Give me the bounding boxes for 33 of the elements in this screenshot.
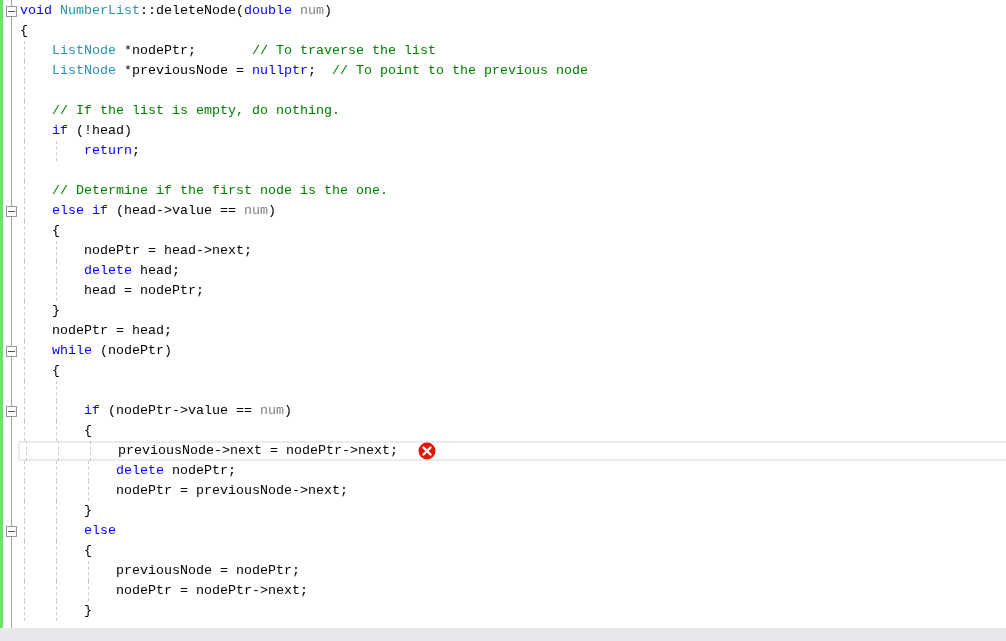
code-line: { — [84, 422, 92, 440]
code-line: } — [84, 602, 92, 620]
code-line: while (nodePtr) — [52, 342, 172, 360]
collapse-icon[interactable] — [6, 5, 17, 17]
code-line: delete nodePtr; — [116, 462, 236, 480]
code-line: previousNode->next = nodePtr->next; — [118, 442, 398, 460]
code-line: { — [20, 22, 28, 40]
code-line: // Determine if the first node is the one. — [52, 182, 388, 200]
code-line: head = nodePtr; — [84, 282, 204, 300]
code-line: delete head; — [84, 262, 180, 280]
code-line: return; — [84, 142, 140, 160]
collapse-icon[interactable] — [6, 205, 17, 217]
code-line: if (!head) — [52, 122, 132, 140]
code-line: else — [84, 522, 116, 540]
code-line: ListNode *previousNode = nullptr; // To point to the previous node — [52, 62, 588, 80]
code-line: } — [52, 302, 60, 320]
collapse-icon[interactable] — [6, 525, 17, 537]
code-line: if (nodePtr->value == num) — [84, 402, 292, 420]
code-line: } — [84, 502, 92, 520]
code-line: { — [52, 362, 60, 380]
code-line: nodePtr = head->next; — [84, 242, 252, 260]
collapse-icon[interactable] — [6, 405, 17, 417]
collapse-icon[interactable] — [6, 345, 17, 357]
code-line: ListNode *nodePtr; // To traverse the list — [52, 42, 436, 60]
code-line: { — [84, 542, 92, 560]
code-line: { — [52, 222, 60, 240]
code-line: nodePtr = nodePtr->next; — [116, 582, 308, 600]
code-line: nodePtr = head; — [52, 322, 172, 340]
code-line: void NumberList::deleteNode(double num) — [20, 2, 332, 20]
code-line: else if (head->value == num) — [52, 202, 276, 220]
code-line: nodePtr = previousNode->next; — [116, 482, 348, 500]
code-line: previousNode = nodePtr; — [116, 562, 300, 580]
code-line: // If the list is empty, do nothing. — [52, 102, 340, 120]
